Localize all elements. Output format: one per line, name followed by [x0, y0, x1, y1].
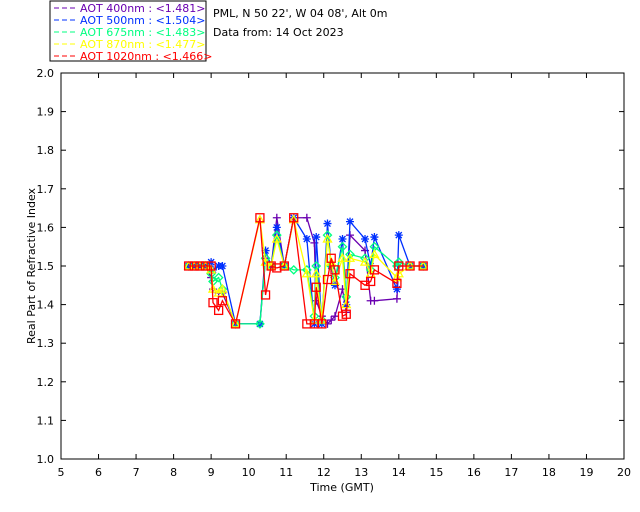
- x-tick-label: 17: [504, 466, 518, 479]
- x-tick-label: 9: [208, 466, 215, 479]
- x-tick-label: 12: [317, 466, 331, 479]
- series-group: [183, 213, 429, 329]
- x-tick-label: 11: [279, 466, 293, 479]
- header-line1: PML, N 50 22', W 04 08', Alt 0m: [213, 7, 387, 20]
- y-tick-label: 1.2: [37, 376, 55, 389]
- x-tick-label: 5: [58, 466, 65, 479]
- data-point: [312, 233, 321, 242]
- data-point: [370, 296, 379, 305]
- data-point: [302, 234, 311, 243]
- y-tick-label: 1.6: [37, 221, 55, 234]
- y-tick-label: 1.9: [37, 106, 55, 119]
- x-tick-label: 10: [242, 466, 256, 479]
- data-point: [361, 234, 370, 243]
- data-point: [392, 285, 401, 294]
- x-tick-label: 15: [429, 466, 443, 479]
- y-tick-label: 1.1: [37, 414, 55, 427]
- data-point: [394, 231, 403, 240]
- x-tick-label: 16: [467, 466, 481, 479]
- legend-entry: AOT 1020nm : <1.466>: [80, 50, 213, 63]
- x-tick-label: 6: [95, 466, 102, 479]
- data-point: [346, 217, 355, 226]
- y-tick-label: 1.3: [37, 337, 55, 350]
- y-tick-label: 1.7: [37, 183, 55, 196]
- chart: AOT 400nm : <1.481>AOT 500nm : <1.504>AO…: [25, 0, 631, 494]
- data-point: [302, 213, 311, 222]
- legend: AOT 400nm : <1.481>AOT 500nm : <1.504>AO…: [54, 2, 213, 63]
- x-axis-label: Time (GMT): [309, 481, 374, 494]
- y-tick-label: 1.8: [37, 144, 55, 157]
- y-tick-label: 1.4: [37, 299, 55, 312]
- series-line: [188, 234, 424, 325]
- x-tick-label: 14: [392, 466, 406, 479]
- x-tick-label: 13: [354, 466, 368, 479]
- x-tick-label: 19: [579, 466, 593, 479]
- x-tick-label: 7: [133, 466, 140, 479]
- data-point: [272, 223, 281, 232]
- data-point: [323, 219, 332, 228]
- series-3: [183, 214, 429, 328]
- y-axis-label: Real Part of Refractive Index: [25, 187, 38, 344]
- data-point: [218, 262, 227, 270]
- x-tick-label: 20: [617, 466, 631, 479]
- data-point: [338, 234, 347, 243]
- x-tick-label: 18: [542, 466, 556, 479]
- y-tick-label: 2.0: [37, 67, 55, 80]
- data-point: [370, 233, 379, 242]
- y-tick-label: 1.0: [37, 453, 55, 466]
- y-tick-label: 1.5: [37, 260, 55, 273]
- header-line2: Data from: 14 Oct 2023: [213, 26, 344, 39]
- data-point: [272, 213, 281, 222]
- data-point: [392, 294, 401, 303]
- x-tick-label: 8: [170, 466, 177, 479]
